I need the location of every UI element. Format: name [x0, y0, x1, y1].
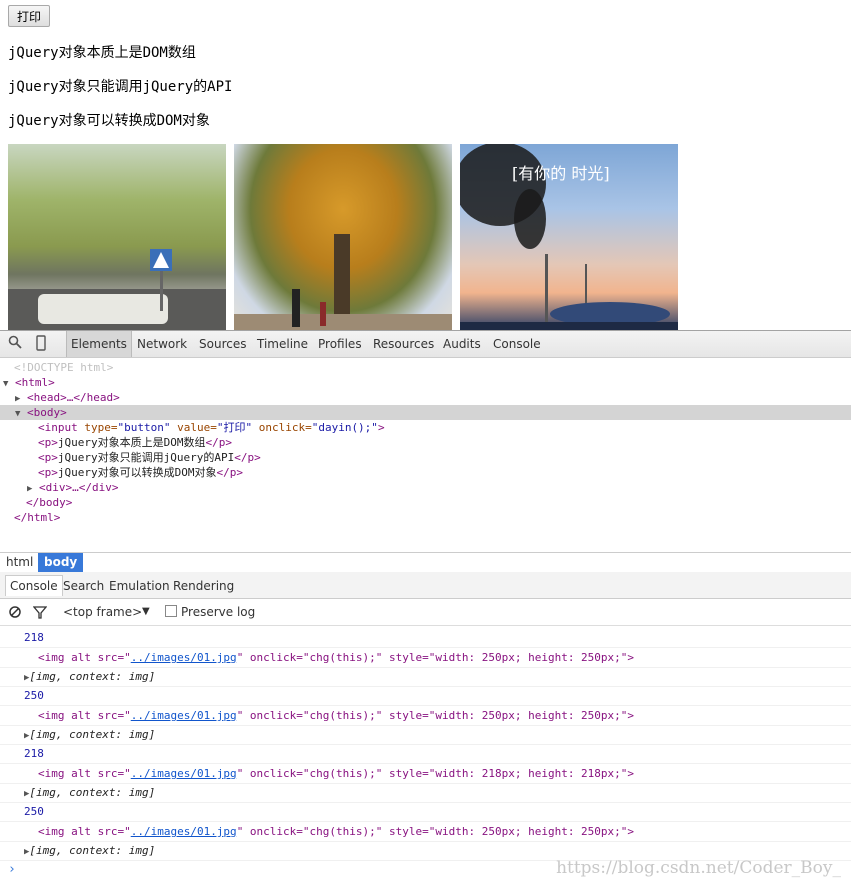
drawer-tab-console[interactable]: Console	[5, 575, 63, 596]
photo-1[interactable]	[8, 144, 226, 330]
image-src-link[interactable]: ../images/01.jpg	[131, 651, 237, 664]
head-node[interactable]: ▶ <head>…</head>	[15, 390, 120, 405]
doctype-node[interactable]: <!DOCTYPE html>	[14, 360, 113, 375]
console-output: 218 <img alt src="../images/01.jpg" oncl…	[0, 626, 851, 886]
drawer-tab-rendering[interactable]: Rendering	[169, 576, 238, 596]
console-log-number: 218	[0, 744, 851, 764]
photo-caption: [有你的 时光]	[512, 164, 610, 183]
console-log-object[interactable]: ▶[img, context: img]	[0, 725, 851, 745]
elements-tree: <!DOCTYPE html> ▼ <html> ▶ <head>…</head…	[0, 358, 851, 552]
console-log-element[interactable]: <img alt src="../images/01.jpg" onclick=…	[0, 706, 851, 726]
console-log-number: 250	[0, 686, 851, 706]
console-log-object[interactable]: ▶[img, context: img]	[0, 783, 851, 803]
body-close-node[interactable]: </body>	[26, 495, 72, 510]
tab-timeline[interactable]: Timeline	[253, 331, 312, 357]
tab-elements[interactable]: Elements	[66, 331, 132, 357]
clear-console-icon[interactable]	[8, 599, 22, 625]
collapse-triangle-icon[interactable]: ▶	[15, 394, 20, 404]
search-icon[interactable]	[6, 335, 24, 353]
tab-resources[interactable]: Resources	[369, 331, 438, 357]
expand-triangle-icon[interactable]: ▼	[3, 379, 8, 389]
paragraph-3: jQuery对象可以转换成DOM对象	[8, 113, 210, 129]
tab-sources[interactable]: Sources	[195, 331, 250, 357]
body-node[interactable]: ▼ <body>	[15, 405, 67, 420]
console-log-object[interactable]: ▶[img, context: img]	[0, 667, 851, 687]
p-node-3[interactable]: <p>jQuery对象可以转换成DOM对象</p>	[38, 465, 243, 480]
console-log-number: 250	[0, 802, 851, 822]
p-node-1[interactable]: <p>jQuery对象本质上是DOM数组</p>	[38, 435, 232, 450]
image-src-link[interactable]: ../images/01.jpg	[131, 767, 237, 780]
devtools-panel: Elements Network Sources Timeline Profil…	[0, 330, 851, 886]
tab-profiles[interactable]: Profiles	[314, 331, 366, 357]
prompt-chevron-icon: ›	[8, 862, 16, 877]
breadcrumb: html body	[0, 552, 851, 573]
image-src-link[interactable]: ../images/01.jpg	[131, 825, 237, 838]
expand-triangle-icon[interactable]: ▼	[15, 409, 20, 419]
breadcrumb-html[interactable]: html	[0, 553, 39, 572]
image-src-link[interactable]: ../images/01.jpg	[131, 709, 237, 722]
input-node[interactable]: <input type="button" value="打印" onclick=…	[38, 420, 385, 435]
p-node-2[interactable]: <p>jQuery对象只能调用jQuery的API</p>	[38, 450, 261, 465]
console-log-number: 218	[0, 628, 851, 648]
console-log-element[interactable]: <img alt src="../images/01.jpg" onclick=…	[0, 822, 851, 842]
photo-3[interactable]: [有你的 时光]	[460, 144, 678, 330]
drawer-tab-search[interactable]: Search	[59, 576, 108, 596]
console-log-element[interactable]: <img alt src="../images/01.jpg" onclick=…	[0, 648, 851, 668]
html-node[interactable]: ▼ <html>	[3, 375, 55, 390]
dropdown-arrow-icon[interactable]: ▼	[142, 599, 150, 625]
paragraph-1: jQuery对象本质上是DOM数组	[8, 45, 196, 61]
print-button[interactable]: 打印	[8, 5, 51, 27]
checkbox-icon[interactable]	[165, 605, 177, 617]
watermark: https://blog.csdn.net/Coder_Boy_	[556, 858, 841, 878]
html-close-node[interactable]: </html>	[14, 510, 60, 525]
console-toolbar: <top frame> ▼ Preserve log	[0, 599, 851, 626]
collapse-triangle-icon[interactable]: ▶	[27, 484, 32, 494]
paragraph-2: jQuery对象只能调用jQuery的API	[8, 79, 233, 95]
device-mode-icon[interactable]	[32, 335, 50, 353]
div-node[interactable]: ▶ <div>…</div>	[27, 480, 119, 495]
tab-console[interactable]: Console	[489, 331, 545, 357]
tab-audits[interactable]: Audits	[439, 331, 485, 357]
breadcrumb-body[interactable]: body	[38, 553, 84, 572]
filter-icon[interactable]	[32, 599, 48, 625]
photo-2[interactable]	[234, 144, 452, 330]
frame-selector[interactable]: <top frame>	[63, 599, 142, 625]
tab-network[interactable]: Network	[133, 331, 191, 357]
drawer-tabbar: Console Search Emulation Rendering	[0, 572, 851, 599]
drawer-tab-emulation[interactable]: Emulation	[105, 576, 174, 596]
preserve-log-checkbox[interactable]: Preserve log	[165, 599, 255, 625]
page-viewport: 打印 jQuery对象本质上是DOM数组 jQuery对象只能调用jQuery的…	[0, 0, 851, 330]
devtools-tabbar: Elements Network Sources Timeline Profil…	[0, 330, 851, 358]
console-log-element[interactable]: <img alt src="../images/01.jpg" onclick=…	[0, 764, 851, 784]
selected-node-highlight	[0, 405, 851, 420]
